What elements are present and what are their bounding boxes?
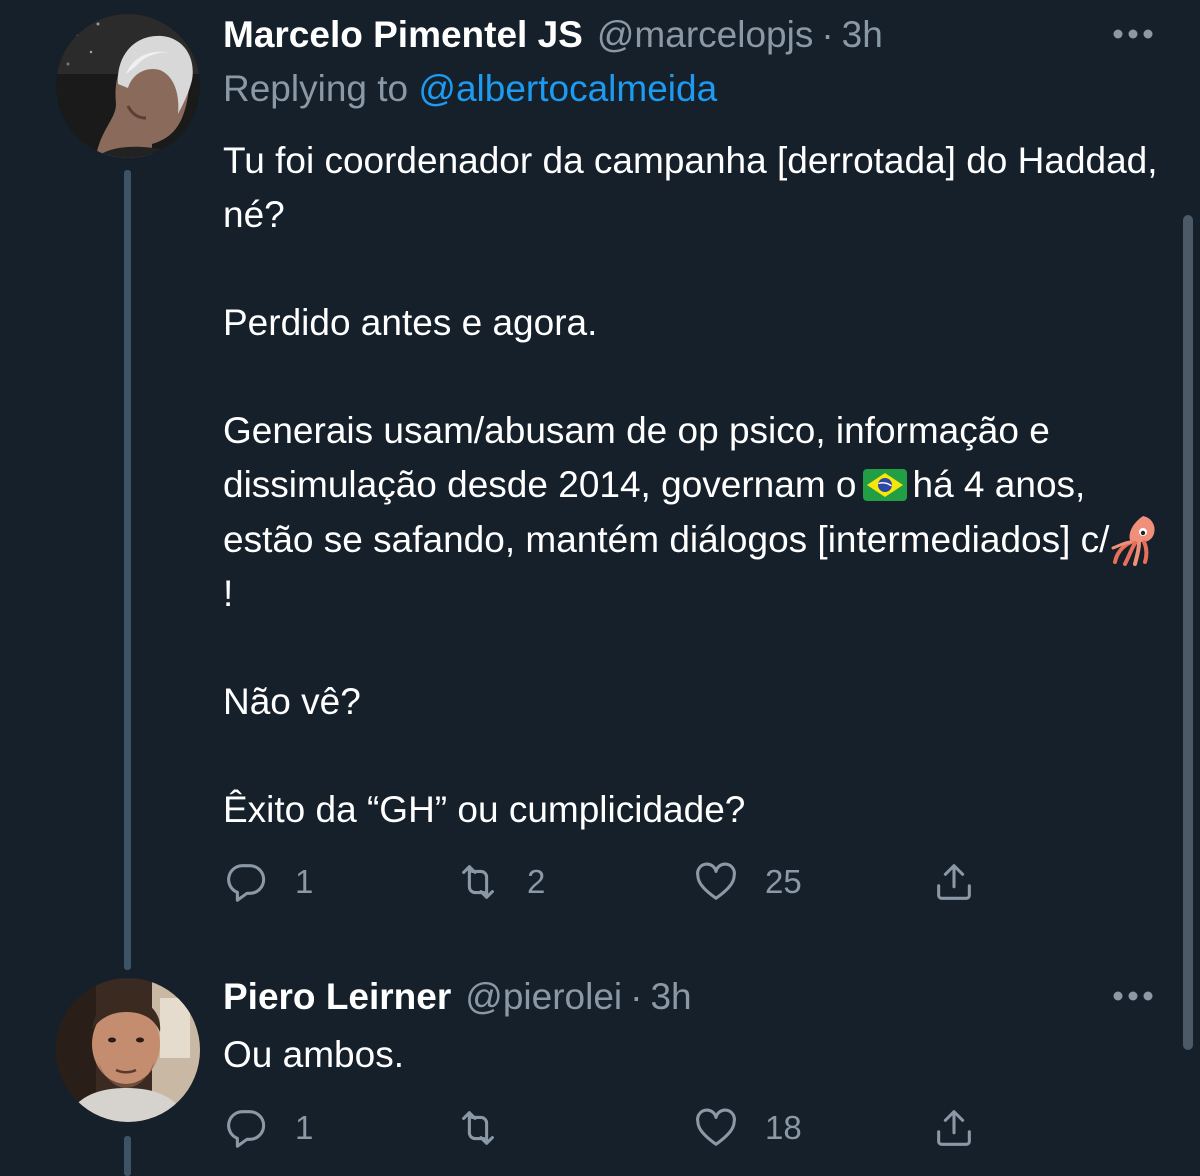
tweet-paragraph-with-emoji: Generais usam/abusam de op psico, inform…	[223, 404, 1163, 621]
more-options-icon[interactable]	[1110, 976, 1156, 1016]
reply-count: 1	[295, 1109, 314, 1146]
author-handle[interactable]: @marcelopjs	[597, 14, 813, 56]
share-button[interactable]	[931, 852, 1003, 912]
separator-dot: ·	[821, 14, 834, 55]
avatar-man-icon[interactable]	[56, 978, 200, 1122]
scrollbar-thumb[interactable]	[1183, 215, 1193, 1050]
reply-button[interactable]: 1	[223, 1098, 313, 1158]
squid-emoji-icon	[1111, 516, 1155, 566]
brazil-flag-icon	[862, 469, 907, 501]
tweet-time[interactable]: 3h	[650, 976, 691, 1018]
retweet-count: 2	[527, 863, 546, 900]
avatar-image	[56, 978, 200, 1122]
replying-to-prefix: Replying to	[223, 68, 409, 109]
author-name[interactable]: Piero Leirner	[223, 976, 451, 1018]
tweet-paragraph: Êxito da “GH” ou cumplicidade?	[223, 789, 746, 830]
retweet-icon	[462, 865, 494, 899]
share-button[interactable]	[931, 1098, 1003, 1158]
tweet-header: Marcelo Pimentel JS @marcelopjs · 3h	[223, 10, 1160, 60]
tweet-paragraph: Perdido antes e agora.	[223, 302, 598, 343]
retweet-button[interactable]: 2	[455, 852, 545, 912]
author-handle[interactable]: @pierolei	[465, 976, 622, 1018]
tweet-marcelo[interactable]: Marcelo Pimentel JS @marcelopjs · 3h Rep…	[0, 0, 1200, 970]
tweet-paragraph: Tu foi coordenador da campanha [derrotad…	[223, 140, 1158, 235]
tweet-actions: 1 2 25	[223, 852, 1023, 912]
avatar-grey-haired-man-icon[interactable]	[56, 14, 200, 158]
reply-count: 1	[295, 863, 314, 900]
reply-button[interactable]: 1	[223, 852, 313, 912]
reply-icon	[227, 1110, 266, 1148]
author-name[interactable]: Marcelo Pimentel JS	[223, 14, 583, 56]
retweet-button[interactable]	[455, 1098, 527, 1158]
like-button[interactable]: 25	[693, 852, 802, 912]
tweet-paragraph: Não vê?	[223, 681, 361, 722]
tweet-body: Tu foi coordenador da campanha [derrotad…	[223, 134, 1163, 837]
ellipsis-icon	[1113, 991, 1153, 1001]
replying-to: Replying to @albertocalmeida	[223, 68, 717, 110]
ellipsis-icon	[1113, 29, 1153, 39]
thread-connector-line	[124, 170, 131, 970]
tweet-actions: 1 18	[223, 1098, 1023, 1158]
heart-icon	[696, 1108, 736, 1146]
tweet-paragraph: Ou ambos.	[223, 1034, 404, 1075]
tweet-piero[interactable]: Piero Leirner @pierolei · 3h Ou ambos. 1…	[0, 960, 1200, 1176]
avatar-image	[56, 14, 200, 158]
heart-icon	[696, 862, 736, 900]
thread-connector-line	[124, 1136, 131, 1176]
like-button[interactable]: 18	[693, 1098, 802, 1158]
share-icon	[937, 864, 971, 900]
share-icon	[937, 1110, 971, 1146]
reply-icon	[227, 864, 266, 902]
replying-to-mention[interactable]: @albertocalmeida	[418, 68, 717, 109]
paragraph-text-part: !	[223, 573, 234, 614]
retweet-icon	[462, 1111, 494, 1145]
tweet-header: Piero Leirner @pierolei · 3h	[223, 972, 1160, 1022]
like-count: 25	[765, 863, 802, 900]
like-count: 18	[765, 1109, 802, 1146]
tweet-body: Ou ambos.	[223, 1028, 1163, 1082]
more-options-icon[interactable]	[1110, 14, 1156, 54]
tweet-time[interactable]: 3h	[842, 14, 883, 56]
separator-dot: ·	[630, 976, 643, 1017]
